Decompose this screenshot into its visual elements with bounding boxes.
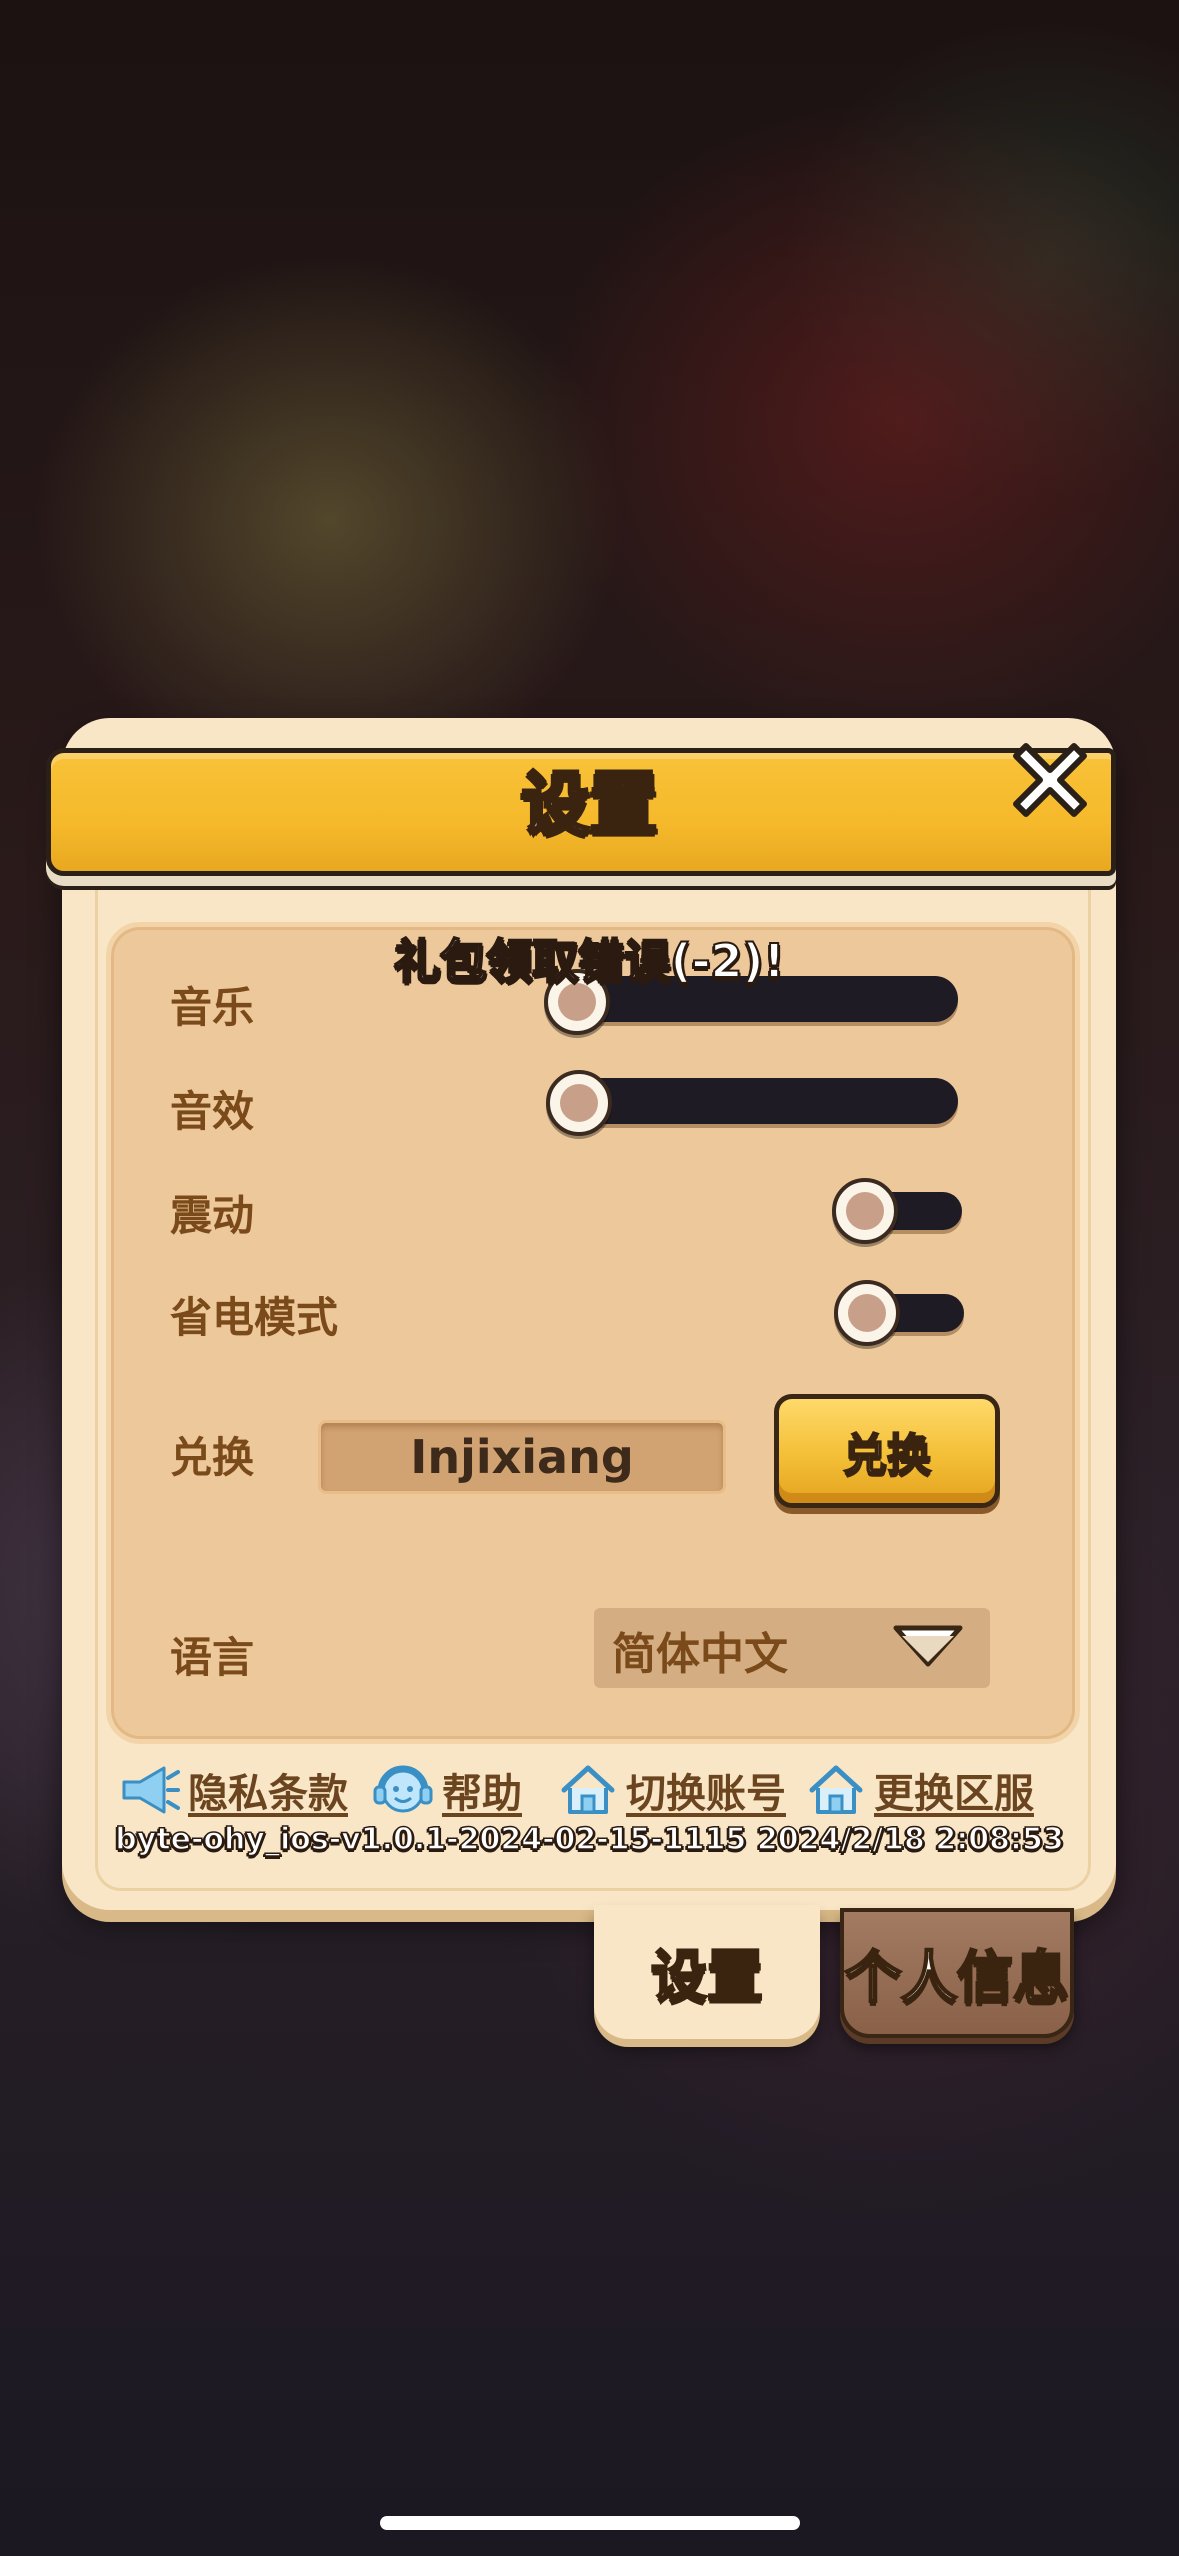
redeem-code-input[interactable]: Injixiang xyxy=(318,1420,726,1494)
help-link[interactable]: 帮助 xyxy=(372,1760,522,1820)
error-toast: 礼包领取错误(-2)! xyxy=(393,933,785,989)
version-text: byte-ohy_ios-v1.0.1-2024-02-15-1115 2024… xyxy=(115,1821,1065,1858)
help-link-label: 帮助 xyxy=(442,1771,522,1817)
redeem-label: 兑换 xyxy=(170,1433,255,1482)
language-label: 语言 xyxy=(170,1633,255,1682)
home-icon xyxy=(809,1765,863,1814)
switch-account-link[interactable]: 切换账号 xyxy=(558,1760,786,1820)
change-server-link-label: 更换区服 xyxy=(874,1771,1034,1817)
close-button[interactable] xyxy=(998,728,1102,832)
power-saving-toggle-knob[interactable] xyxy=(834,1280,900,1346)
close-icon xyxy=(1013,743,1087,817)
home-indicator[interactable] xyxy=(380,2516,800,2530)
tab-settings[interactable]: 设置 xyxy=(594,1905,820,2039)
home-icon xyxy=(561,1765,615,1814)
chevron-down-icon xyxy=(893,1625,963,1667)
vibration-label: 震动 xyxy=(170,1191,255,1240)
headset-icon xyxy=(373,1765,433,1813)
tab-settings-label: 设置 xyxy=(650,1943,765,2011)
privacy-link-label: 隐私条款 xyxy=(188,1771,348,1817)
sfx-slider-knob[interactable] xyxy=(546,1070,612,1136)
redeem-button[interactable]: 兑换 xyxy=(774,1394,1000,1508)
megaphone-icon xyxy=(122,1766,180,1814)
privacy-link[interactable]: 隐私条款 xyxy=(120,1760,348,1820)
change-server-link[interactable]: 更换区服 xyxy=(806,1760,1034,1820)
language-select[interactable]: 简体中文 xyxy=(594,1608,990,1688)
switch-account-link-label: 切换账号 xyxy=(626,1771,786,1817)
power-saving-label: 省电模式 xyxy=(170,1293,339,1342)
vibration-toggle-knob[interactable] xyxy=(832,1178,898,1244)
language-value: 简体中文 xyxy=(612,1629,788,1680)
tab-profile[interactable]: 个人信息 xyxy=(840,1908,1074,2038)
tab-profile-label: 个人信息 xyxy=(844,1944,1071,2012)
sfx-label: 音效 xyxy=(170,1087,255,1136)
